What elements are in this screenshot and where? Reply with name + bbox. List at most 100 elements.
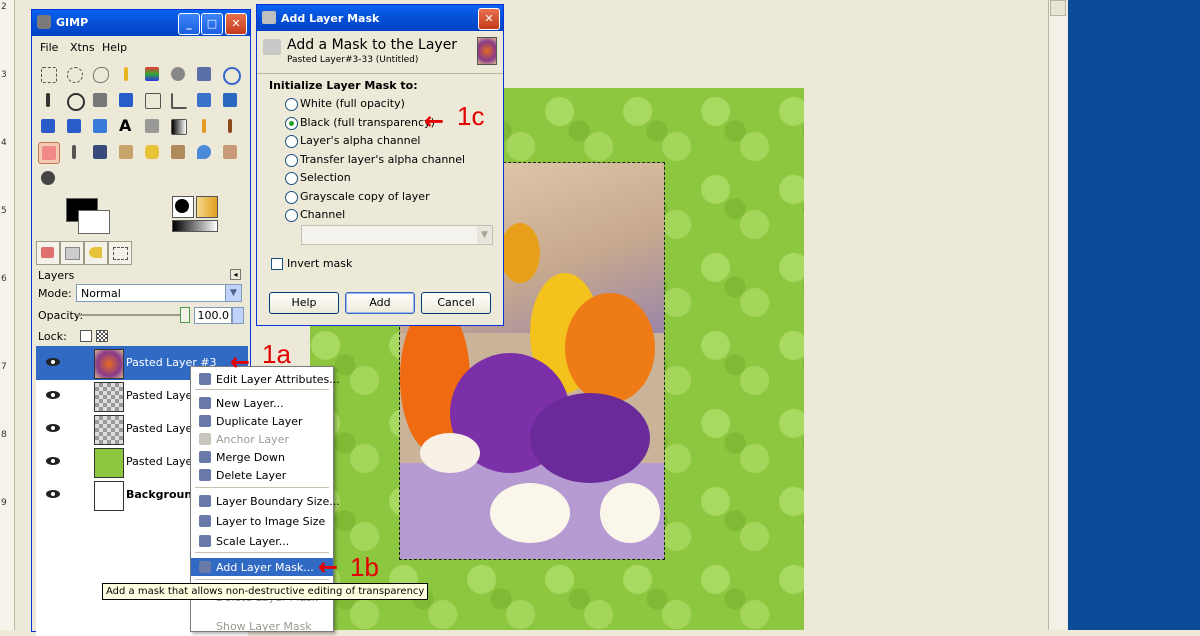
dialog-title-bar[interactable]: Add Layer Mask ✕ bbox=[257, 5, 503, 31]
radio-option-label[interactable]: Layer's alpha channel bbox=[300, 134, 420, 147]
menu-item-layer-boundary-size[interactable]: Layer Boundary Size... bbox=[191, 492, 340, 510]
shear-tool-icon[interactable] bbox=[38, 116, 58, 136]
eye-visibility-icon[interactable] bbox=[46, 490, 60, 498]
rotate-tool-icon[interactable] bbox=[194, 90, 214, 110]
scissors-tool-icon[interactable] bbox=[168, 64, 188, 84]
perspective-tool-icon[interactable] bbox=[64, 116, 84, 136]
radio-option[interactable] bbox=[285, 190, 298, 204]
foreground-select-tool-icon[interactable] bbox=[194, 64, 214, 84]
heal-tool-icon[interactable] bbox=[142, 142, 162, 162]
invert-mask-checkbox[interactable] bbox=[271, 258, 283, 270]
radio-option[interactable] bbox=[285, 135, 298, 148]
menu-item-delete-layer[interactable]: Delete Layer bbox=[191, 466, 333, 484]
radio-option-label[interactable]: White (full opacity) bbox=[300, 97, 405, 110]
airbrush-tool-icon[interactable] bbox=[64, 142, 84, 162]
measure-tool-icon[interactable] bbox=[90, 90, 110, 110]
mode-select[interactable]: Normal ▼ bbox=[76, 284, 242, 302]
color-select-tool-icon[interactable] bbox=[142, 64, 162, 84]
menu-file[interactable]: File bbox=[40, 41, 58, 54]
radio-option[interactable] bbox=[285, 209, 298, 222]
align-tool-icon[interactable] bbox=[142, 90, 162, 110]
lock-alpha-checkbox[interactable] bbox=[96, 330, 108, 342]
pencil-tool-icon[interactable] bbox=[194, 116, 214, 136]
eye-visibility-icon[interactable] bbox=[46, 457, 60, 465]
paintbrush-tool-icon[interactable] bbox=[220, 116, 240, 136]
eye-visibility-icon[interactable] bbox=[46, 424, 60, 432]
clone-tool-icon[interactable] bbox=[116, 142, 136, 162]
menu-item-edit-layer-attributes[interactable]: Edit Layer Attributes... bbox=[191, 370, 340, 388]
scrollbar-thumb[interactable] bbox=[1050, 0, 1066, 16]
zoom-tool-icon[interactable] bbox=[64, 90, 85, 111]
rect-select-tool-icon[interactable] bbox=[38, 64, 58, 84]
menu-item-merge-down[interactable]: Merge Down bbox=[191, 448, 333, 466]
opacity-input[interactable]: 100.0 bbox=[194, 307, 232, 324]
perspective-clone-tool-icon[interactable] bbox=[168, 142, 188, 162]
eye-visibility-icon[interactable] bbox=[46, 391, 60, 399]
add-button[interactable]: Add bbox=[345, 292, 415, 314]
invert-mask-label: Invert mask bbox=[287, 257, 353, 270]
lasso-tool-icon[interactable] bbox=[90, 64, 110, 84]
add-layer-mask-dialog: Add Layer Mask ✕ Add a Mask to the Layer… bbox=[256, 4, 504, 326]
chevron-down-icon[interactable]: ▼ bbox=[477, 226, 492, 244]
maximize-button[interactable]: □ bbox=[201, 13, 223, 35]
menu-item-new-layer[interactable]: New Layer... bbox=[191, 394, 333, 412]
color-picker-tool-icon[interactable] bbox=[38, 90, 58, 110]
radio-option[interactable] bbox=[285, 153, 298, 167]
text-tool-icon[interactable]: A bbox=[116, 116, 136, 136]
minimize-button[interactable]: _ bbox=[178, 13, 200, 35]
panel-menu-icon[interactable]: ◂ bbox=[230, 269, 241, 280]
lock-pixels-checkbox[interactable] bbox=[80, 330, 92, 342]
channel-select[interactable]: ▼ bbox=[301, 225, 493, 245]
menu-item-label: Merge Down bbox=[216, 451, 286, 464]
mask-icon bbox=[262, 11, 276, 24]
move-tool-icon[interactable] bbox=[116, 90, 136, 110]
radio-option[interactable] bbox=[285, 98, 298, 111]
smudge-tool-icon[interactable] bbox=[220, 142, 240, 162]
brush-pattern-gradient-indicator[interactable] bbox=[172, 196, 218, 232]
tab-channels-icon[interactable] bbox=[60, 241, 84, 265]
dialog-close-button[interactable]: ✕ bbox=[478, 8, 500, 30]
radio-option[interactable] bbox=[285, 172, 298, 185]
background-color[interactable] bbox=[78, 210, 110, 234]
radio-option-label[interactable]: Black (full transparency) bbox=[300, 116, 435, 129]
fuzzy-select-tool-icon[interactable] bbox=[116, 64, 136, 84]
menu-item-add-layer-mask[interactable]: Add Layer Mask... bbox=[191, 558, 333, 576]
blur-tool-icon[interactable] bbox=[194, 142, 214, 162]
eye-visibility-icon[interactable] bbox=[46, 358, 60, 366]
radio-option-label[interactable]: Transfer layer's alpha channel bbox=[300, 153, 465, 166]
annotation-arrow-left-icon: ← bbox=[424, 107, 445, 135]
radio-option-label[interactable]: Grayscale copy of layer bbox=[300, 190, 430, 203]
crop-tool-icon[interactable] bbox=[168, 90, 188, 110]
ink-tool-icon[interactable] bbox=[90, 142, 110, 162]
dodge-burn-tool-icon[interactable] bbox=[38, 168, 58, 188]
menu-item-duplicate-layer[interactable]: Duplicate Layer bbox=[191, 412, 333, 430]
flip-tool-icon[interactable] bbox=[90, 116, 110, 136]
tab-paths-icon[interactable] bbox=[108, 241, 132, 265]
fit-icon bbox=[199, 515, 211, 527]
tab-layers-icon[interactable] bbox=[36, 241, 60, 265]
chevron-down-icon[interactable]: ▼ bbox=[225, 285, 241, 301]
menu-xtns[interactable]: Xtns bbox=[70, 41, 95, 54]
ellipse-select-tool-icon[interactable] bbox=[64, 64, 84, 84]
opacity-slider-handle[interactable] bbox=[180, 307, 190, 323]
menu-item-label: Show Layer Mask bbox=[216, 620, 312, 633]
scale-tool-icon[interactable] bbox=[220, 90, 240, 110]
help-button[interactable]: Help bbox=[269, 292, 339, 314]
menu-item-layer-to-image-size[interactable]: Layer to Image Size bbox=[191, 512, 333, 530]
paths-tool-icon[interactable] bbox=[220, 64, 241, 85]
gimp-title-bar[interactable]: GIMP _ □ ✕ bbox=[32, 10, 250, 36]
cancel-button[interactable]: Cancel bbox=[421, 292, 491, 314]
radio-option[interactable] bbox=[285, 116, 298, 130]
opacity-slider[interactable] bbox=[76, 314, 184, 316]
radio-option-label[interactable]: Selection bbox=[300, 171, 351, 184]
close-button[interactable]: ✕ bbox=[225, 13, 247, 35]
tab-undo-icon[interactable] bbox=[84, 241, 108, 265]
vertical-scrollbar[interactable] bbox=[1048, 0, 1067, 630]
radio-option-label[interactable]: Channel bbox=[300, 208, 345, 221]
opacity-spinner[interactable] bbox=[232, 307, 244, 324]
eraser-tool-icon[interactable] bbox=[38, 142, 60, 164]
bucket-fill-tool-icon[interactable] bbox=[142, 116, 162, 136]
menu-help[interactable]: Help bbox=[102, 41, 127, 54]
blend-tool-icon[interactable] bbox=[168, 116, 188, 136]
menu-item-scale-layer[interactable]: Scale Layer... bbox=[191, 532, 333, 550]
